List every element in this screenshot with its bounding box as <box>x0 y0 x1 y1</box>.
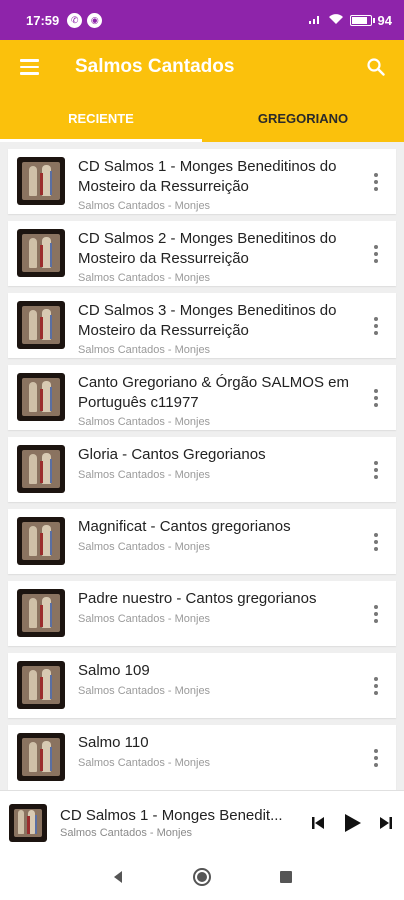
item-title: Magnificat - Cantos gregorianos <box>78 518 291 535</box>
item-subtitle: Salmos Cantados - Monjes <box>78 613 211 625</box>
item-subtitle: Salmos Cantados - Monjes <box>78 685 211 697</box>
list-item[interactable]: Canto Gregoriano & Órgão SALMOS em Portu… <box>8 365 396 430</box>
list-item[interactable]: CD Salmos 3 - Monges Beneditinos do Most… <box>8 293 396 358</box>
more-vertical-icon[interactable] <box>374 365 378 430</box>
track-list[interactable]: CD Salmos 1 - Monges Beneditinos do Most… <box>0 142 404 790</box>
list-item[interactable]: CD Salmos 1 - Monges Beneditinos do Most… <box>8 149 396 214</box>
album-thumbnail <box>17 733 65 781</box>
album-thumbnail <box>17 589 65 637</box>
list-item[interactable]: CD Salmos 2 - Monges Beneditinos do Most… <box>8 221 396 286</box>
more-vertical-icon[interactable] <box>374 653 378 718</box>
play-icon[interactable] <box>340 811 364 835</box>
album-thumbnail <box>17 229 65 277</box>
item-subtitle: Salmos Cantados - Monjes <box>78 200 211 212</box>
whatsapp-icon: ✆ <box>67 12 83 28</box>
more-vertical-icon[interactable] <box>374 509 378 574</box>
system-nav-bar <box>0 854 404 900</box>
item-subtitle: Salmos Cantados - Monjes <box>78 469 211 481</box>
home-icon[interactable] <box>160 854 244 900</box>
wifi-icon <box>328 13 344 28</box>
more-vertical-icon[interactable] <box>374 149 378 214</box>
battery-level: 94 <box>377 12 392 28</box>
album-thumbnail <box>17 517 65 565</box>
app-title: Salmos Cantados <box>75 56 235 77</box>
item-title: Canto Gregoriano & Órgão SALMOS em Portu… <box>78 374 349 411</box>
item-title: Gloria - Cantos Gregorianos <box>78 446 266 463</box>
album-thumbnail <box>17 373 65 421</box>
more-vertical-icon[interactable] <box>374 293 378 358</box>
back-icon[interactable] <box>76 854 160 900</box>
tab-reciente[interactable]: RECIENTE <box>0 94 202 142</box>
recents-icon[interactable] <box>244 854 328 900</box>
item-title: Salmo 109 <box>78 662 150 679</box>
album-thumbnail <box>17 661 65 709</box>
list-item[interactable]: Padre nuestro - Cantos gregorianos Salmo… <box>8 581 396 646</box>
item-subtitle: Salmos Cantados - Monjes <box>78 757 211 769</box>
hamburger-menu-icon[interactable] <box>0 40 58 94</box>
album-thumbnail <box>17 157 65 205</box>
list-item[interactable]: Salmo 109 Salmos Cantados - Monjes <box>8 653 396 718</box>
list-item[interactable]: Gloria - Cantos Gregorianos Salmos Canta… <box>8 437 396 502</box>
list-item[interactable]: Salmo 110 Salmos Cantados - Monjes <box>8 725 396 790</box>
player-thumbnail <box>9 803 47 842</box>
item-title: CD Salmos 2 - Monges Beneditinos do Most… <box>78 230 337 267</box>
status-time: 17:59 <box>26 12 60 28</box>
skip-previous-icon[interactable] <box>308 813 328 833</box>
item-title: Salmo 110 <box>78 734 149 751</box>
skip-next-icon[interactable] <box>376 813 396 833</box>
player-title: CD Salmos 1 - Monges Benedit... <box>60 806 283 824</box>
more-vertical-icon[interactable] <box>374 221 378 286</box>
album-thumbnail <box>17 445 65 493</box>
more-vertical-icon[interactable] <box>374 725 378 790</box>
mini-player[interactable]: CD Salmos 1 - Monges Benedit... Salmos C… <box>0 790 404 854</box>
app-bar: Salmos Cantados <box>0 40 404 94</box>
item-subtitle: Salmos Cantados - Monjes <box>78 541 211 553</box>
more-vertical-icon[interactable] <box>374 437 378 502</box>
item-title: CD Salmos 3 - Monges Beneditinos do Most… <box>78 302 337 339</box>
more-vertical-icon[interactable] <box>374 581 378 646</box>
app-notification-icon: ◉ <box>87 12 103 28</box>
signal-icon <box>308 13 322 28</box>
item-subtitle: Salmos Cantados - Monjes <box>78 272 211 284</box>
search-icon[interactable] <box>348 40 404 94</box>
item-subtitle: Salmos Cantados - Monjes <box>78 416 211 428</box>
item-title: CD Salmos 1 - Monges Beneditinos do Most… <box>78 158 337 195</box>
tab-bar: RECIENTE GREGORIANO <box>0 94 404 142</box>
item-title: Padre nuestro - Cantos gregorianos <box>78 590 317 607</box>
album-thumbnail <box>17 301 65 349</box>
item-subtitle: Salmos Cantados - Monjes <box>78 344 211 356</box>
player-subtitle: Salmos Cantados - Monjes <box>60 826 193 839</box>
battery-icon <box>349 14 375 26</box>
tab-gregoriano[interactable]: GREGORIANO <box>202 94 404 142</box>
status-bar: 17:59 ✆ ◉ 94 <box>0 0 404 40</box>
list-item[interactable]: Magnificat - Cantos gregorianos Salmos C… <box>8 509 396 574</box>
